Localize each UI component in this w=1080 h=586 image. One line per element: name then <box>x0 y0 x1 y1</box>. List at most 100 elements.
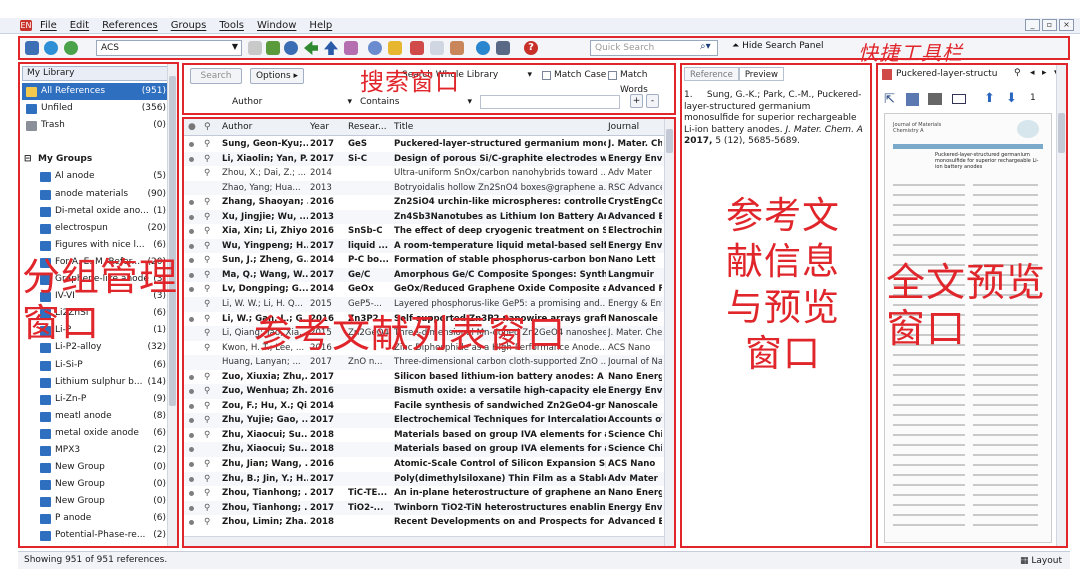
attachment-icon[interactable]: ⚲ <box>204 384 210 399</box>
attachment-icon[interactable]: ⚲ <box>204 501 210 516</box>
attachment-icon[interactable]: ⚲ <box>204 457 210 472</box>
search-icon[interactable]: ⌕▾ <box>700 41 711 52</box>
attachment-icon[interactable]: ⚲ <box>1014 68 1021 78</box>
attachment-icon[interactable]: ⚲ <box>204 486 210 501</box>
group-item[interactable]: Figures with nice l... (6) <box>22 237 168 254</box>
unread-dot-icon[interactable] <box>189 403 194 409</box>
group-item[interactable]: Lithium sulphur b... (14) <box>22 374 168 391</box>
attachment-icon[interactable]: ⚲ <box>204 515 210 530</box>
up-arrow-icon[interactable]: ⬆ <box>984 91 995 106</box>
group-item[interactable]: P基负极材料(20) <box>22 545 168 546</box>
insert-citation-icon[interactable] <box>266 41 280 55</box>
local-library-icon[interactable] <box>25 41 39 55</box>
attachment-icon[interactable]: ⚲ <box>204 282 210 297</box>
table-row[interactable]: ⚲ Xu, Jingjie; Wu, ... 2013 Zn4Sb3Nanotubes… <box>184 209 664 225</box>
sync-icon[interactable] <box>476 41 490 55</box>
table-row[interactable]: ⚲ Zhu, Xiaocui; Su... 2018 Materials based … <box>184 428 664 443</box>
table-row[interactable]: ⚲ Zhang, Shaoyan; ... 2016 Zn2SiO4 urchin-l… <box>184 195 664 210</box>
open-pdf-icon[interactable] <box>410 41 424 55</box>
unread-dot-icon[interactable] <box>189 374 194 380</box>
find-reference-icon[interactable] <box>344 41 358 55</box>
search-field-select[interactable]: Author ▾ <box>232 95 352 110</box>
table-row[interactable]: ⚲ Zhou, Limin; Zha... 2018 Recent Developme… <box>184 515 664 530</box>
menu-references[interactable]: References <box>102 20 158 31</box>
options-button[interactable]: Options ▸ <box>250 68 304 84</box>
quick-search-input[interactable]: Quick Search <box>590 40 718 56</box>
tab-reference[interactable]: Reference <box>684 67 739 81</box>
group-item[interactable]: metal oxide anode (6) <box>22 425 168 442</box>
unread-dot-icon[interactable] <box>189 258 194 264</box>
menu-help[interactable]: Help <box>309 20 332 31</box>
match-words-checkbox[interactable] <box>608 71 617 80</box>
read-status-icon[interactable] <box>189 360 194 365</box>
group-item[interactable]: New Group (0) <box>22 476 168 493</box>
collapse-icon[interactable]: ⊟ <box>24 151 32 168</box>
group-item[interactable]: P anode (6) <box>22 510 168 527</box>
column-year[interactable]: Year <box>310 122 329 132</box>
attachment-icon[interactable]: ⚲ <box>204 268 210 283</box>
unread-dot-icon[interactable] <box>189 200 194 206</box>
table-row[interactable]: ⚲ Li, W. W.; Li, H. Q... 2015 GeP5-... Layer… <box>184 297 664 312</box>
read-status-icon[interactable] <box>189 346 194 351</box>
group-item[interactable] <box>22 134 168 151</box>
unread-dot-icon[interactable] <box>189 462 194 468</box>
attachment-icon[interactable]: ⚲ <box>204 472 210 487</box>
group-item[interactable]: Potential-Phase-re... (2) <box>22 527 168 544</box>
export-icon[interactable] <box>324 41 338 55</box>
chevron-right-icon[interactable]: ▸ <box>1042 68 1047 78</box>
my-library-header[interactable]: My Library <box>22 66 175 81</box>
unread-dot-icon[interactable] <box>189 476 194 482</box>
group-item[interactable]: Li-Zn-P (9) <box>22 391 168 408</box>
group-item[interactable]: electrospun (20) <box>22 220 168 237</box>
attachment-icon[interactable]: ⚲ <box>204 297 210 312</box>
table-row[interactable]: ⚲ Sung, Geon-Kyu;... 2017 GeS Puckered-layer… <box>184 137 664 152</box>
search-term-input[interactable] <box>480 95 620 109</box>
table-row[interactable]: ⚲ Wu, Yingpeng; H... 2017 liquid ... A room-… <box>184 238 664 254</box>
table-row[interactable]: ⚲ Zhu, B.; Jin, Y.; H... 2017 Poly(dimethyl… <box>184 471 664 487</box>
page-number[interactable]: 1 <box>1030 93 1036 103</box>
attachment-icon[interactable]: ⚲ <box>204 253 210 268</box>
menu-edit[interactable]: Edit <box>70 20 89 31</box>
unread-dot-icon[interactable] <box>189 214 194 220</box>
read-status-icon[interactable]: ● <box>188 122 196 132</box>
column-research[interactable]: Resear... <box>348 122 387 132</box>
table-row[interactable]: Zhao, Yang; Hua... 2013 Botryoidalis hollo… <box>184 180 664 196</box>
table-row[interactable]: ⚲ Zhou, Tianhong; ... 2017 TiO2-... Twinborn… <box>184 500 664 516</box>
menu-file[interactable]: File <box>40 20 57 31</box>
group-item[interactable]: Li-Si-P (6) <box>22 357 168 374</box>
pdf-scroll-thumb[interactable] <box>1058 113 1065 153</box>
cite-while-you-write-icon[interactable] <box>450 41 464 55</box>
table-row[interactable]: ⚲ Zhou, Tianhong; ... 2017 TiC-TE... An in-p… <box>184 486 664 501</box>
pdf-filename[interactable]: Puckered-layer-structu <box>896 69 997 79</box>
table-row[interactable]: ⚲ Zhu, Jian; Wang, ... 2016 Atomic-Scale Co… <box>184 457 664 472</box>
attachment-icon[interactable]: ⚲ <box>204 122 211 132</box>
group-item[interactable]: Di-metal oxide ano... (1) <box>22 203 168 220</box>
attachment-icon[interactable]: ⚲ <box>204 399 210 414</box>
attachment-icon[interactable]: ⚲ <box>204 326 210 341</box>
unread-dot-icon[interactable] <box>189 520 194 526</box>
find-full-text-icon[interactable] <box>284 41 298 55</box>
chevron-left-icon[interactable]: ◂ <box>1030 68 1035 78</box>
group-item[interactable]: New Group (0) <box>22 493 168 510</box>
attachment-icon[interactable]: ⚲ <box>204 152 210 167</box>
menu-tools[interactable]: Tools <box>219 20 244 31</box>
table-row[interactable]: Huang, Lanyan; ... 2017 ZnO n... Three-dime… <box>184 355 664 370</box>
my-groups-header[interactable]: ⊟ My Groups <box>22 151 168 168</box>
read-status-icon[interactable] <box>189 186 194 191</box>
table-row[interactable]: ⚲ Zhu, Yujie; Gao, ... 2017 Electrochemical… <box>184 413 664 428</box>
group-item[interactable]: Unfiled (356) <box>22 100 168 117</box>
table-row[interactable]: ⚲ Zou, F.; Hu, X.; Qi... 2014 Facile synthe… <box>184 399 664 414</box>
hide-search-panel-button[interactable]: ⏶ Hide Search Panel <box>732 41 824 51</box>
list-scroll-thumb[interactable] <box>666 129 673 153</box>
save-icon[interactable] <box>906 93 919 106</box>
remove-search-row-button[interactable]: - <box>646 94 659 108</box>
group-item[interactable]: MPX3 (2) <box>22 442 168 459</box>
menu-window[interactable]: Window <box>257 20 296 31</box>
list-horizontal-scrollbar[interactable] <box>184 536 664 546</box>
column-journal[interactable]: Journal <box>608 122 639 132</box>
unread-dot-icon[interactable] <box>189 316 194 322</box>
group-item[interactable]: Trash (0) <box>22 117 168 134</box>
unread-dot-icon[interactable] <box>189 272 194 278</box>
column-title[interactable]: Title <box>394 122 413 132</box>
unread-dot-icon[interactable] <box>189 447 194 453</box>
